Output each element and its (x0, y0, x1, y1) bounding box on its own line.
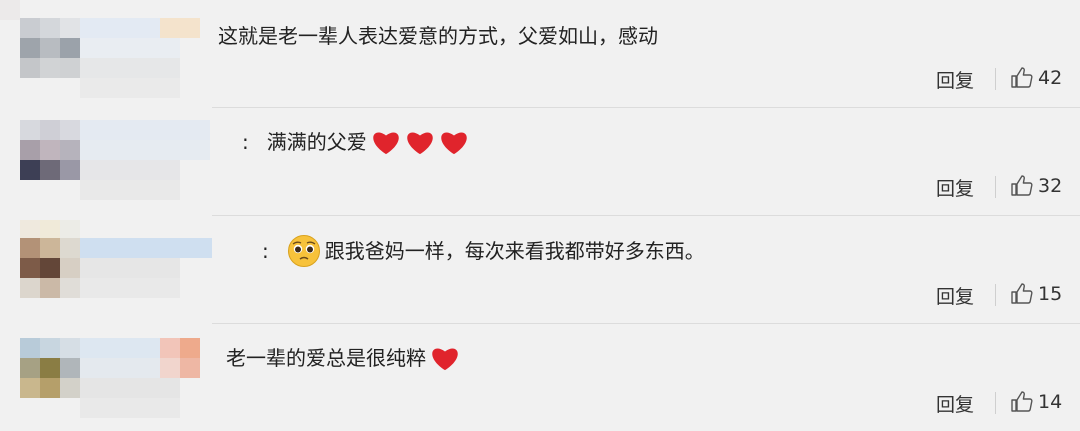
comment-text: 这就是老一辈人表达爱意的方式，父爱如山，感动 (218, 22, 658, 50)
reply-button[interactable]: 回复 (936, 282, 974, 309)
like-count: 32 (1038, 175, 1063, 197)
red-heart-icon (432, 348, 458, 371)
like-count: 15 (1038, 283, 1063, 305)
comment-text-content: 跟我爸妈一样，每次来看我都带好多东西。 (324, 239, 705, 263)
like-button[interactable]: 15 (1010, 282, 1062, 306)
pleading-face-icon (287, 235, 320, 267)
comment-text-content: 满满的父爱 (266, 130, 367, 154)
comment-text: : 满满的父爱 (242, 128, 469, 156)
thumbs-up-icon (1011, 67, 1033, 88)
comment-item: 这就是老一辈人表达爱意的方式，父爱如山，感动 回复 42 (0, 0, 1080, 108)
red-heart-icon (372, 132, 399, 155)
comment-text-content: 老一辈的爱总是很纯粹 (226, 346, 426, 370)
thumbs-up-icon (1011, 391, 1033, 412)
thumbs-up-icon (1011, 283, 1033, 304)
comment-text: 老一辈的爱总是很纯粹 (226, 344, 460, 372)
red-heart-icon (406, 132, 433, 155)
separator (995, 392, 996, 414)
avatar-blurred (0, 0, 212, 108)
comment-item: 老一辈的爱总是很纯粹 回复 14 (0, 324, 1080, 431)
like-button[interactable]: 14 (1010, 390, 1062, 414)
like-button[interactable]: 42 (1010, 66, 1062, 90)
red-heart-icon (440, 132, 467, 155)
avatar-blurred (0, 216, 212, 324)
thumbs-up-icon (1011, 175, 1033, 196)
separator (995, 176, 996, 198)
reply-button[interactable]: 回复 (936, 390, 974, 417)
separator (995, 284, 996, 306)
comment-text-content: 这就是老一辈人表达爱意的方式，父爱如山，感动 (218, 24, 658, 48)
separator (995, 68, 996, 90)
comment-item: : 跟我爸妈一样，每次来看我都带好多东西。 回复 15 (0, 216, 1080, 324)
comment-item: : 满满的父爱 回复 32 (0, 108, 1080, 216)
like-count: 42 (1038, 67, 1063, 89)
comment-text: : 跟我爸妈一样，每次来看我都带好多东西。 (262, 234, 705, 268)
reply-button[interactable]: 回复 (936, 66, 974, 93)
avatar-blurred (0, 324, 212, 431)
like-button[interactable]: 32 (1010, 174, 1062, 198)
reply-button[interactable]: 回复 (936, 174, 974, 201)
avatar-blurred (0, 108, 212, 216)
like-count: 14 (1038, 391, 1063, 413)
